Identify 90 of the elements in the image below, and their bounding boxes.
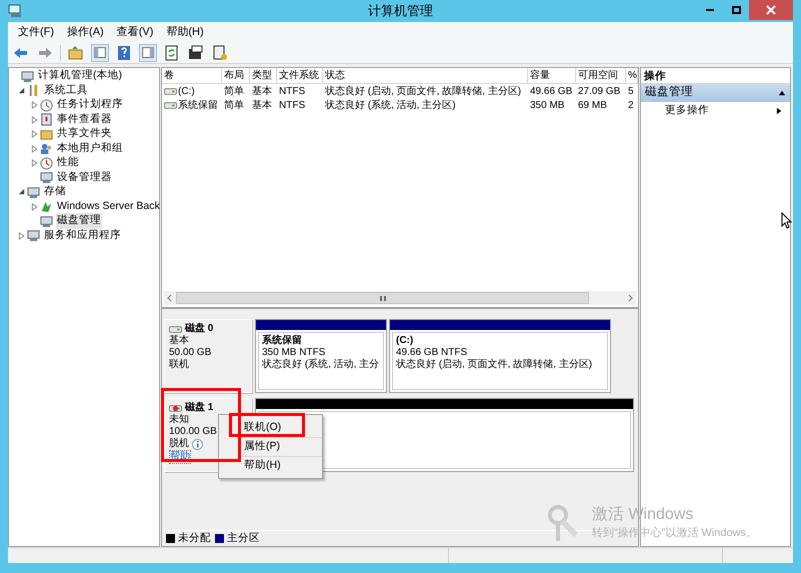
pane-toggle-icon[interactable] <box>91 44 109 62</box>
table-cell-text: 简单 <box>224 84 244 98</box>
expand-arrow-icon[interactable] <box>30 159 38 168</box>
partition-block[interactable]: (C:) 49.66 GB NTFS 状态良好 (启动, 页面文件, 故障转储, 主分区) <box>389 319 611 393</box>
column-header[interactable]: 类型 <box>250 68 277 83</box>
expand-arrow-icon[interactable] <box>30 144 38 153</box>
column-header[interactable]: 状态 <box>323 68 528 83</box>
tree-item[interactable]: 设备管理器 <box>56 170 113 186</box>
disk-type: 基本 <box>169 335 190 347</box>
table-cell-text: NTFS <box>279 98 306 112</box>
table-cell-text: 27.09 GB <box>578 84 620 98</box>
partition-block[interactable]: 系统保留 350 MB NTFS 状态良好 (系统, 活动, 主分 <box>255 319 387 393</box>
table-cell-text: 69 MB <box>578 98 607 112</box>
shared-folder-icon <box>40 128 53 141</box>
expand-arrow-icon[interactable] <box>30 202 38 211</box>
close-icon <box>766 5 776 15</box>
expand-arrow-icon[interactable] <box>30 116 38 124</box>
collapse-arrow-icon[interactable] <box>778 89 786 97</box>
disk-status: 联机 <box>169 359 189 371</box>
clock-icon <box>40 98 53 112</box>
computer-icon <box>21 70 34 83</box>
disk-size: 50.00 GB <box>169 347 212 358</box>
partition-status: 状态良好 (系统, 活动, 主分 <box>262 359 380 371</box>
minimize-icon <box>706 9 714 11</box>
tree-item[interactable]: 本地用户和组 <box>56 140 124 157</box>
tree-item[interactable]: 任务计划程序 <box>56 97 124 114</box>
action-item[interactable]: 更多操作 <box>665 103 709 119</box>
window-title: 计算机管理 <box>368 2 433 20</box>
partition-name: (C:) <box>396 335 414 347</box>
submenu-arrow-icon[interactable] <box>776 107 784 115</box>
tree-item[interactable]: 共享文件夹 <box>56 126 113 142</box>
table-cell-text: 350 MB <box>530 98 564 112</box>
column-header[interactable]: % <box>626 68 638 83</box>
table-cell-text: 状态良好 (启动, 页面文件, 故障转储, 主分区) <box>325 84 522 98</box>
legend-label: 主分区 <box>227 530 260 546</box>
disk-name: 磁盘 0 <box>185 323 214 334</box>
users-icon <box>40 142 53 156</box>
export-icon[interactable] <box>211 44 229 62</box>
disk-size: 100.00 GB <box>169 426 218 438</box>
partition-detail: 350 MB NTFS <box>262 347 326 358</box>
folder-up-icon[interactable] <box>67 44 85 62</box>
column-header[interactable]: 卷 <box>162 68 222 83</box>
expand-arrow-icon[interactable] <box>30 101 38 110</box>
table-cell-text: (C:) <box>178 84 195 98</box>
legend-label: 未分配 <box>178 530 211 546</box>
column-header[interactable]: 可用空间 <box>576 68 626 83</box>
pane-toggle-icon[interactable] <box>139 44 157 62</box>
collapse-arrow-icon[interactable] <box>18 188 26 196</box>
partition-status: 状态良好 (启动, 页面文件, 故障转储, 主分区) <box>396 359 594 371</box>
action-section-header[interactable]: 磁盘管理 <box>641 84 790 102</box>
tree-item[interactable]: 事件查看器 <box>56 112 113 128</box>
maximize-icon <box>732 6 740 14</box>
tree-item[interactable]: 服务和应用程序 <box>43 228 122 244</box>
partition-name: 系统保留 <box>262 335 303 347</box>
column-header[interactable]: 布局 <box>222 68 250 83</box>
table-cell-text: 基本 <box>252 98 272 112</box>
info-icon <box>192 438 203 450</box>
table-cell-text: 2 <box>628 98 634 112</box>
help-icon[interactable] <box>115 44 133 62</box>
table-cell-text: 5 <box>628 84 634 98</box>
table-cell-text: NTFS <box>279 84 306 98</box>
horizontal-scrollbar[interactable] <box>164 291 636 305</box>
tree-item[interactable]: 磁盘管理 <box>56 213 102 230</box>
tree-item[interactable]: Windows Server Back <box>56 198 161 215</box>
menu-item[interactable]: 文件(F) <box>12 24 60 40</box>
table-cell-text: 系统保留 <box>178 98 218 112</box>
properties-icon[interactable] <box>187 44 205 62</box>
expand-arrow-icon[interactable] <box>18 232 26 240</box>
partition-detail: 49.66 GB NTFS <box>396 347 468 358</box>
table-cell-text: 49.66 GB <box>530 84 572 98</box>
menu-item[interactable]: 操作(A) <box>61 24 110 40</box>
table-cell-text: 简单 <box>224 98 244 112</box>
menu-item[interactable]: 帮助(H) <box>160 24 210 40</box>
table-cell-text: 基本 <box>252 84 272 98</box>
disk-type: 未知 <box>169 414 190 426</box>
collapse-arrow-icon[interactable] <box>18 86 26 95</box>
tree-item[interactable]: 存储 <box>43 184 67 200</box>
disk-name: 磁盘 1 <box>185 402 214 414</box>
menu-item[interactable]: 查看(V) <box>110 24 160 40</box>
table-cell-text: 状态良好 (系统, 活动, 主分区) <box>325 98 456 112</box>
tree-item[interactable]: 计算机管理(本地) <box>37 68 123 84</box>
close-button[interactable] <box>749 0 793 20</box>
column-header[interactable]: 容量 <box>528 68 576 83</box>
disk-label-panel[interactable]: 磁盘 0 基本 50.00 GB 联机 <box>164 319 252 393</box>
disk-status: 脱机 <box>169 438 189 450</box>
expand-arrow-icon[interactable] <box>30 130 38 138</box>
tree-item[interactable]: 性能 <box>56 155 80 172</box>
computer-icon <box>8 4 24 18</box>
tree-item[interactable]: 系统工具 <box>43 82 89 99</box>
column-header[interactable]: 文件系统 <box>277 68 323 83</box>
